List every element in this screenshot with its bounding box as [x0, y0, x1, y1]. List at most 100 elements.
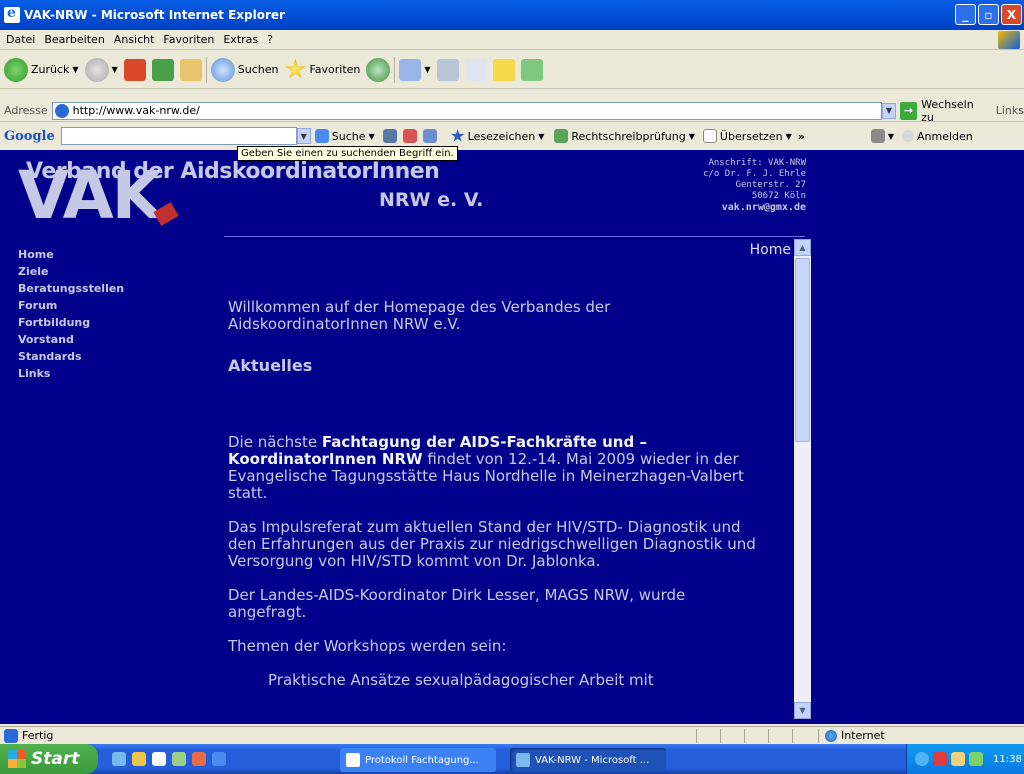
- zone-label: Internet: [841, 729, 885, 742]
- print-icon[interactable]: [436, 58, 459, 81]
- menu-datei[interactable]: Datei: [6, 33, 35, 46]
- ie-icon[interactable]: [212, 752, 226, 766]
- nav-vorstand[interactable]: Vorstand: [18, 331, 124, 348]
- nav-links[interactable]: Links: [18, 365, 124, 382]
- quick-launch: [112, 752, 226, 766]
- address-line: Anschrift: VAK-NRW: [708, 158, 806, 168]
- wrench-icon[interactable]: [870, 129, 885, 143]
- status-divider: [720, 729, 721, 743]
- address-bar: Adresse http://www.vak-nrw.de/ ▼ → Wechs…: [0, 98, 1024, 124]
- spellcheck-button[interactable]: Rechtschreibprüfung: [571, 130, 685, 143]
- edit-icon[interactable]: [464, 58, 487, 81]
- address-dropdown-icon[interactable]: ▼: [882, 102, 896, 119]
- address-url[interactable]: http://www.vak-nrw.de/: [73, 104, 200, 117]
- google-dropdown-icon[interactable]: ▼: [296, 128, 311, 144]
- forward-button[interactable]: ▼: [84, 57, 118, 82]
- translate-button[interactable]: Übersetzen: [720, 130, 783, 143]
- pagerank-icon[interactable]: [382, 129, 397, 143]
- nav-ziele[interactable]: Ziele: [18, 263, 124, 280]
- favorites-button[interactable]: Favoriten: [284, 58, 360, 81]
- chevron-down-icon[interactable]: ▼: [424, 65, 430, 74]
- browser-icon[interactable]: [112, 752, 126, 766]
- word-doc-icon: [346, 753, 360, 767]
- chevron-down-icon[interactable]: ▼: [112, 65, 118, 74]
- address-label: Adresse: [4, 104, 48, 117]
- volume-icon[interactable]: [969, 752, 983, 766]
- antivirus-icon[interactable]: [933, 752, 947, 766]
- address-line: Genterstr. 27: [735, 180, 806, 190]
- scroll-up-icon[interactable]: ▲: [794, 239, 811, 256]
- task-protokoll[interactable]: Protokoll Fachtagung...: [340, 748, 496, 772]
- task-ie-active[interactable]: VAK-NRW - Microsoft ...: [510, 748, 666, 772]
- scroll-down-icon[interactable]: ▼: [794, 702, 811, 719]
- mail-icon[interactable]: [172, 752, 186, 766]
- folder-icon[interactable]: [132, 752, 146, 766]
- discuss-icon[interactable]: [492, 58, 515, 81]
- go-arrow-icon[interactable]: →: [899, 101, 918, 120]
- home-icon[interactable]: [179, 58, 202, 81]
- nav-home[interactable]: Home: [18, 246, 124, 263]
- chevron-down-icon[interactable]: ▼: [888, 132, 894, 141]
- start-button[interactable]: Start: [0, 744, 98, 774]
- maximize-button[interactable]: ▫: [978, 4, 999, 25]
- media-icon[interactable]: [192, 752, 206, 766]
- stop-icon[interactable]: [123, 58, 146, 81]
- close-button[interactable]: X: [1001, 4, 1022, 25]
- scrollbar[interactable]: ▲ ▼: [794, 239, 811, 719]
- history-icon[interactable]: [366, 57, 391, 82]
- back-button[interactable]: Zurück ▼: [4, 57, 79, 82]
- nav-fortbildung[interactable]: Fortbildung: [18, 314, 124, 331]
- paragraph: Die nächste Fachtagung der AIDS-Fachkräf…: [228, 434, 768, 502]
- minimize-button[interactable]: _: [955, 4, 976, 25]
- nav-beratungsstellen[interactable]: Beratungsstellen: [18, 280, 124, 297]
- windows-logo-icon: [998, 31, 1020, 49]
- chevron-down-icon[interactable]: ▼: [72, 65, 78, 74]
- menu-bearbeiten[interactable]: Bearbeiten: [44, 33, 104, 46]
- menu-ansicht[interactable]: Ansicht: [114, 33, 155, 46]
- mail-icon[interactable]: [399, 58, 422, 81]
- network-icon[interactable]: [951, 752, 965, 766]
- paragraph: Praktische Ansätze sexualpädagogischer A…: [268, 671, 654, 689]
- signin-button[interactable]: Anmelden: [917, 130, 973, 143]
- address-input[interactable]: http://www.vak-nrw.de/: [51, 101, 883, 120]
- word-icon[interactable]: [152, 752, 166, 766]
- chevron-down-icon[interactable]: ▼: [369, 132, 375, 141]
- spellcheck-icon: [554, 129, 569, 143]
- google-logo[interactable]: Google: [4, 129, 55, 144]
- menu-help[interactable]: ?: [267, 33, 273, 46]
- google-search-icon[interactable]: [314, 129, 329, 143]
- site-nav: Home Ziele Beratungsstellen Forum Fortbi…: [18, 246, 124, 382]
- chevron-down-icon[interactable]: ▼: [786, 132, 792, 141]
- bookmarks-button[interactable]: Lesezeichen: [468, 130, 536, 143]
- refresh-icon[interactable]: [151, 58, 174, 81]
- search-label: Suchen: [237, 63, 279, 76]
- address-line: 50672 Köln: [751, 191, 806, 201]
- menu-favoriten[interactable]: Favoriten: [163, 33, 214, 46]
- nav-forum[interactable]: Forum: [18, 297, 124, 314]
- more-button[interactable]: »: [798, 130, 805, 143]
- signin-icon: [901, 130, 914, 142]
- chevron-down-icon[interactable]: ▼: [689, 132, 695, 141]
- org-name-line2: NRW e. V.: [379, 189, 484, 211]
- google-search-input[interactable]: [60, 127, 297, 145]
- tray-arrow-icon[interactable]: [915, 752, 929, 766]
- highlight-icon[interactable]: [422, 129, 437, 143]
- popup-blocker-icon[interactable]: [402, 129, 417, 143]
- paragraph: Das Impulsreferat zum aktuellen Stand de…: [228, 518, 756, 570]
- messenger-icon[interactable]: [520, 58, 543, 81]
- menu-extras[interactable]: Extras: [223, 33, 258, 46]
- scroll-thumb[interactable]: [795, 258, 810, 442]
- system-tray: 11:38: [906, 744, 1024, 774]
- status-divider: [744, 729, 745, 743]
- title-bar[interactable]: VAK-NRW - Microsoft Internet Explorer _ …: [0, 0, 1024, 30]
- go-button[interactable]: Wechseln zu: [921, 98, 988, 124]
- address-line: c/o Dr. F. J. Ehrle: [703, 169, 806, 179]
- nav-standards[interactable]: Standards: [18, 348, 124, 365]
- links-button[interactable]: Links: [996, 104, 1024, 117]
- chevron-down-icon[interactable]: ▼: [538, 132, 544, 141]
- google-search-button[interactable]: Suche: [332, 130, 366, 143]
- email-link[interactable]: vak.nrw@gmx.de: [703, 202, 806, 213]
- search-button[interactable]: Suchen: [210, 57, 279, 82]
- clock[interactable]: 11:38: [993, 754, 1022, 765]
- org-name: Verband der AidskoordinatorInnen: [26, 159, 440, 184]
